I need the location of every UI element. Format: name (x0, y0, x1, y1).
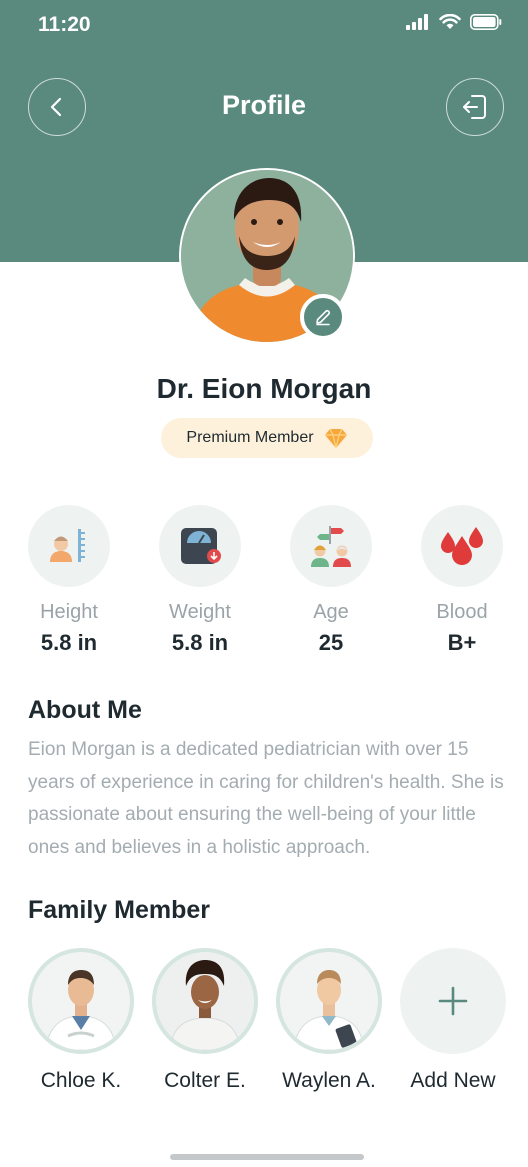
stat-age: Age 25 (290, 505, 372, 656)
height-icon (50, 529, 85, 562)
family-title: Family Member (28, 896, 211, 924)
stat-weight: Weight 5.8 in (159, 505, 241, 656)
stat-label: Height (40, 601, 98, 623)
status-icons (406, 14, 502, 30)
stat-value: 25 (318, 630, 344, 655)
family-member-item[interactable]: Chloe K. (28, 948, 134, 1093)
doctor-avatar-image (280, 952, 378, 1050)
health-stats: Height 5.8 in Weight 5.8 in Age 25 Blood… (0, 505, 528, 665)
blood-drop-icon (441, 527, 483, 565)
stat-icon-circle (28, 505, 110, 587)
family-avatar[interactable] (28, 948, 134, 1054)
family-members: Chloe K. Colter E. Waylen A. Add New (0, 948, 528, 1108)
profile-avatar-container (179, 168, 355, 344)
stat-value: 5.8 in (171, 630, 229, 655)
edit-avatar-button[interactable] (300, 294, 346, 340)
family-member-item[interactable]: Waylen A. (276, 948, 382, 1093)
stat-icon-circle (290, 505, 372, 587)
membership-label: Premium Member (186, 429, 314, 446)
logout-icon (463, 95, 486, 119)
plus-icon (438, 986, 468, 1016)
family-avatar[interactable] (152, 948, 258, 1054)
stat-icon-circle (421, 505, 503, 587)
weight-scale-icon (181, 528, 221, 564)
family-avatar[interactable] (276, 948, 382, 1054)
wifi-icon (439, 14, 461, 29)
stat-icon-circle (159, 505, 241, 587)
person-avatar-image (156, 952, 254, 1050)
add-new-label: Add New (410, 1069, 496, 1092)
signal-icon (406, 14, 428, 30)
doctor-avatar-image (32, 952, 130, 1050)
about-title: About Me (28, 696, 142, 724)
stat-value: B+ (447, 630, 477, 655)
stat-height: Height 5.8 in (28, 505, 110, 656)
profile-name: Dr. Eion Morgan (156, 373, 372, 404)
add-new-button[interactable] (400, 948, 506, 1054)
status-time: 11:20 (38, 13, 91, 36)
about-text: Eion Morgan is a dedicated pediatrician … (28, 739, 504, 858)
stat-blood: Blood B+ (421, 505, 503, 656)
home-indicator (170, 1154, 364, 1160)
add-family-member[interactable]: Add New (400, 948, 506, 1093)
diamond-icon (324, 428, 347, 449)
stat-label: Age (313, 601, 349, 623)
stat-label: Blood (436, 601, 488, 623)
membership-badge: Premium Member (161, 418, 373, 458)
stat-value: 5.8 in (40, 630, 98, 655)
battery-icon (470, 14, 502, 30)
family-member-item[interactable]: Colter E. (152, 948, 258, 1093)
stat-label: Weight (169, 601, 231, 623)
pencil-icon (316, 309, 331, 326)
logout-button[interactable] (446, 78, 504, 136)
age-icon (311, 526, 351, 567)
